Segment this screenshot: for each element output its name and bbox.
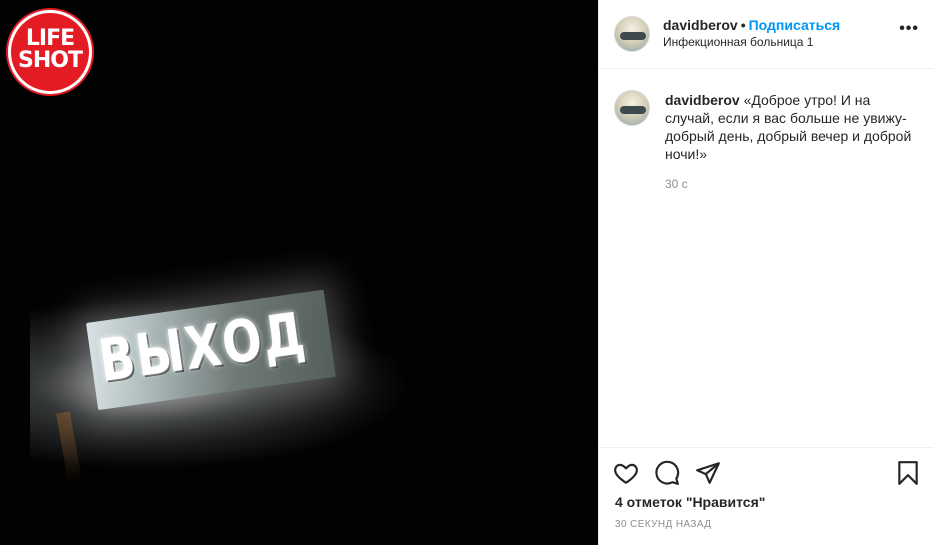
post-header: davidberov • Подписаться Инфекционная боль… bbox=[599, 0, 934, 69]
avatar[interactable] bbox=[614, 16, 650, 52]
username-link[interactable]: davidberov bbox=[663, 17, 738, 33]
follow-button[interactable]: Подписаться bbox=[749, 17, 841, 33]
logo-line1: LIFE bbox=[25, 26, 75, 51]
send-icon[interactable] bbox=[695, 460, 721, 486]
post-side-panel: davidberov • Подписаться Инфекционная боль… bbox=[598, 0, 934, 545]
logo-line2: SHOT bbox=[18, 48, 83, 73]
more-options-icon[interactable]: ••• bbox=[899, 20, 919, 38]
heart-icon[interactable] bbox=[613, 460, 639, 486]
post-photo[interactable]: ВЫХОД LIFE SHOT bbox=[0, 0, 598, 545]
post-timestamp[interactable]: 30 СЕКУНД НАЗАД bbox=[615, 519, 711, 530]
location-link[interactable]: Инфекционная больница 1 bbox=[663, 35, 813, 49]
comment-body: davidberov «Доброе утро! И на случай, ес… bbox=[665, 91, 920, 163]
comment-icon[interactable] bbox=[654, 460, 680, 486]
comment-username-link[interactable]: davidberov bbox=[665, 92, 740, 108]
header-user-line: davidberov • Подписаться bbox=[663, 17, 840, 33]
bookmark-icon[interactable] bbox=[895, 460, 921, 486]
lifeshot-logo: LIFE SHOT bbox=[8, 10, 92, 94]
action-bar: 4 отметок "Нравится" 30 СЕКУНД НАЗАД bbox=[599, 447, 934, 545]
separator-dot: • bbox=[740, 17, 746, 33]
comment-time[interactable]: 30 с bbox=[665, 177, 688, 191]
likes-count[interactable]: 4 отметок "Нравится" bbox=[615, 494, 765, 510]
comment-avatar[interactable] bbox=[614, 90, 650, 126]
